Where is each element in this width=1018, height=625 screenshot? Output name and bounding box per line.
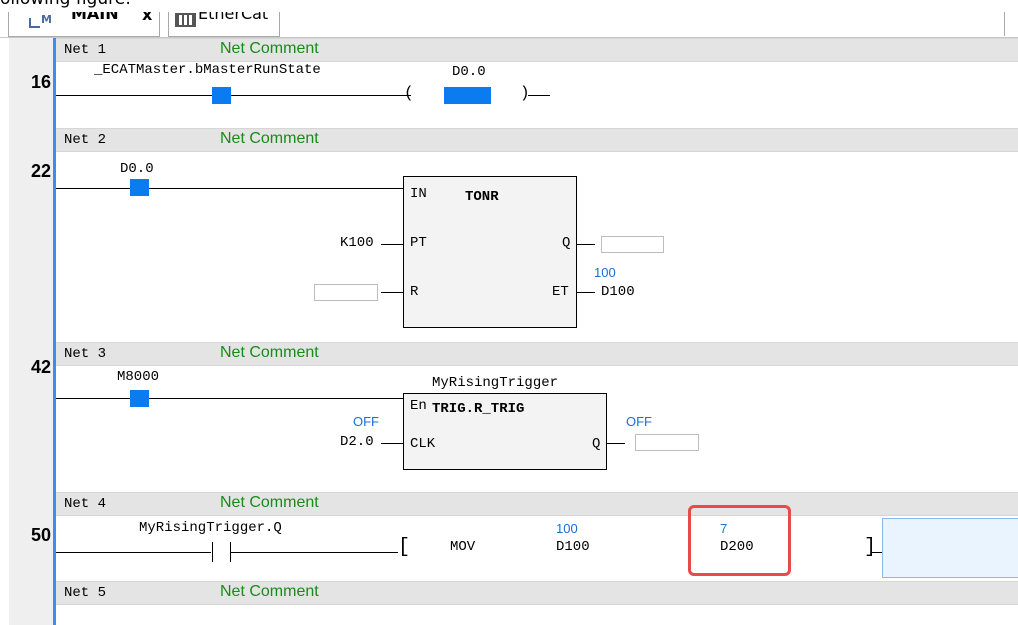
net-1-header[interactable]: Net 1 Net Comment	[56, 38, 1018, 62]
net-comment[interactable]: Net Comment	[220, 583, 319, 601]
contact-variable[interactable]: M8000	[117, 369, 159, 385]
net-comment[interactable]: Net Comment	[220, 40, 319, 58]
pin-in: IN	[410, 186, 427, 202]
selected-output-cell[interactable]	[882, 518, 1018, 578]
src-operand[interactable]: D100	[556, 539, 590, 555]
rung-wire-end	[528, 95, 550, 96]
ladder-icon	[29, 18, 40, 28]
tab-close-icon[interactable]: x	[142, 12, 152, 23]
contact-state-indicator[interactable]	[130, 179, 149, 196]
pin-en: En	[410, 398, 427, 414]
q-live-value: OFF	[626, 414, 652, 429]
rung-wire	[56, 398, 404, 399]
et-wire	[577, 292, 595, 293]
instruction-left-bracket: [	[398, 536, 411, 559]
src-live-value: 100	[556, 521, 578, 536]
net-label: Net 4	[64, 496, 107, 512]
pin-q: Q	[592, 436, 601, 452]
pt-input-value[interactable]: K100	[340, 235, 374, 251]
rung-wire	[56, 95, 411, 96]
net-comment[interactable]: Net Comment	[220, 130, 319, 148]
q-output-field[interactable]	[601, 236, 664, 253]
net-5-header[interactable]: Net 5 Net Comment	[56, 581, 1018, 605]
rung-wire-right	[231, 552, 398, 553]
net-comment[interactable]: Net Comment	[220, 494, 319, 512]
caption-text: ollowing figure:	[0, 0, 131, 9]
tab-bar: M MAIN x EtherCat	[0, 12, 1018, 38]
pin-et: ET	[552, 284, 569, 300]
instance-name[interactable]: MyRisingTrigger	[432, 375, 558, 391]
tab-ethercat[interactable]: EtherCat	[168, 12, 280, 37]
net-4-header[interactable]: Net 4 Net Comment	[56, 492, 1018, 516]
q-wire	[577, 244, 595, 245]
clk-input-variable[interactable]: D2.0	[340, 434, 374, 450]
contact-variable[interactable]: _ECATMaster.bMasterRunState	[94, 62, 321, 78]
tab-main[interactable]: M MAIN x	[8, 12, 160, 37]
net-3-header[interactable]: Net 3 Net Comment	[56, 342, 1018, 366]
clk-live-value: OFF	[353, 414, 379, 429]
block-type: TRIG.R_TRIG	[432, 401, 525, 417]
tab-main-label: MAIN	[71, 12, 119, 23]
r-input-field[interactable]	[314, 284, 378, 301]
pin-clk: CLK	[410, 436, 436, 452]
et-live-value: 100	[594, 265, 616, 280]
net-2-header[interactable]: Net 2 Net Comment	[56, 128, 1018, 152]
r-wire	[381, 292, 403, 293]
contact-state-indicator[interactable]	[130, 390, 149, 407]
coil-state-indicator[interactable]	[444, 87, 491, 104]
contact-variable[interactable]: D0.0	[120, 161, 154, 177]
coil-left-paren: (	[404, 84, 414, 102]
instruction-name[interactable]: MOV	[450, 539, 475, 555]
net-label: Net 2	[64, 132, 107, 148]
coil-variable[interactable]: D0.0	[452, 64, 486, 80]
pin-r: R	[410, 284, 419, 300]
function-block-r-trig[interactable]: En TRIG.R_TRIG CLK Q	[403, 393, 607, 470]
tab-ethercat-label: EtherCat	[198, 12, 269, 23]
left-gutter	[0, 38, 9, 625]
contact-left-plate	[212, 542, 213, 562]
pin-q: Q	[562, 235, 571, 251]
coil-right-paren: )	[520, 84, 530, 102]
highlight-box	[688, 505, 791, 576]
contact-state-indicator[interactable]	[212, 87, 231, 104]
net-label: Net 5	[64, 585, 107, 601]
line-number: 50	[30, 525, 51, 545]
pin-pt: PT	[410, 235, 427, 251]
function-block-tonr[interactable]: TONR IN PT R Q ET	[403, 176, 577, 328]
net-label: Net 3	[64, 346, 107, 362]
line-number: 22	[30, 161, 51, 181]
rung-wire-left	[56, 552, 211, 553]
rung-wire	[56, 188, 404, 189]
et-output-variable[interactable]: D100	[601, 284, 635, 300]
output-wire	[872, 552, 882, 553]
network-icon	[175, 13, 196, 27]
net-label: Net 1	[64, 42, 107, 58]
tab-bar-end-divider	[1004, 12, 1005, 36]
net-comment[interactable]: Net Comment	[220, 344, 319, 362]
line-number: 42	[30, 357, 51, 377]
instruction-right-bracket: ]	[864, 536, 877, 559]
q-wire	[607, 443, 625, 444]
q-output-field[interactable]	[635, 434, 699, 451]
pt-wire	[381, 244, 403, 245]
line-number: 16	[30, 72, 51, 92]
contact-variable[interactable]: MyRisingTrigger.Q	[139, 520, 282, 536]
block-type: TONR	[465, 189, 499, 205]
clk-wire	[381, 443, 403, 444]
